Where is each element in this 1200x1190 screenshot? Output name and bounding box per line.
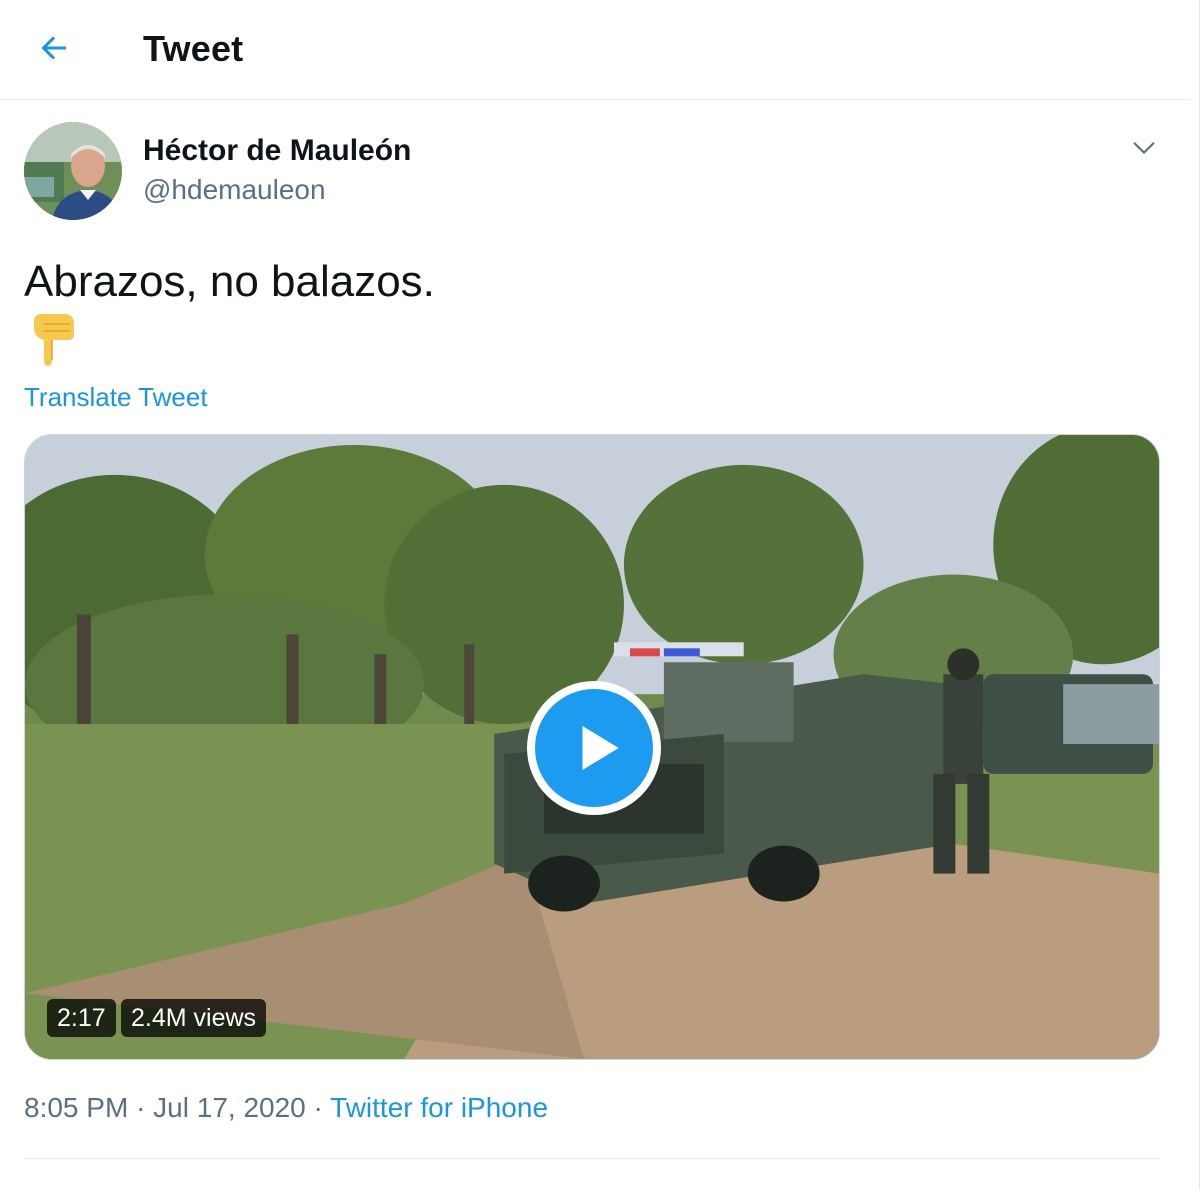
arrow-left-icon [41, 36, 66, 60]
tweet-time[interactable]: 8:05 PM [24, 1092, 128, 1123]
page-title: Tweet [143, 28, 244, 69]
play-button[interactable] [527, 681, 661, 815]
top-bar: Tweet [0, 0, 1190, 100]
avatar[interactable] [24, 122, 122, 220]
chevron-down-icon [1133, 142, 1155, 154]
meta-separator: · [136, 1092, 146, 1123]
tweet-meta: 8:05 PM · Jul 17, 2020 · Twitter for iPh… [24, 1092, 548, 1124]
tweet-text: Abrazos, no balazos. [24, 257, 435, 306]
avatar-image [24, 122, 122, 220]
tweet-source-link[interactable]: Twitter for iPhone [330, 1092, 548, 1123]
meta-separator: · [313, 1092, 323, 1123]
divider [24, 1158, 1160, 1159]
more-options-button[interactable] [1122, 128, 1166, 168]
video-player[interactable]: 2:17 2.4M views [24, 434, 1160, 1060]
pointing-down-icon [34, 314, 74, 366]
back-button[interactable] [24, 22, 84, 74]
translate-tweet-link[interactable]: Translate Tweet [24, 382, 208, 413]
author-name[interactable]: Héctor de Mauleón [143, 134, 411, 168]
author-handle[interactable]: @hdemauleon [143, 174, 326, 206]
video-view-count: 2.4M views [121, 999, 267, 1037]
tweet-detail-page: Tweet Héctor de Mauleón @hdemauleon Abra… [0, 0, 1200, 1190]
play-icon [582, 726, 619, 770]
tweet-date[interactable]: Jul 17, 2020 [153, 1092, 306, 1123]
video-duration: 2:17 [47, 999, 116, 1037]
